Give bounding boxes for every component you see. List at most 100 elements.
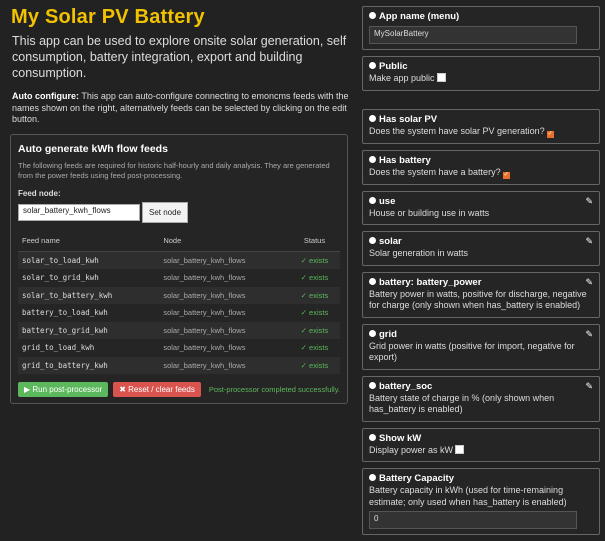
page-title: My Solar PV Battery [11,6,205,28]
feed-status: ✓ exists [288,304,340,322]
feed-node: solar_battery_kwh_flows [159,251,289,269]
config-desc: Does the system have a battery? [369,166,501,177]
config-desc: House or building use in watts [369,207,490,218]
feed-node: solar_battery_kwh_flows [159,286,289,304]
feed-name: grid_to_battery_kwh [18,356,160,374]
has-solar-checkbox[interactable]: ✓ [546,130,554,138]
config-title: grid [379,328,397,340]
config-desc: Battery capacity in kWh (used for time-r… [369,485,567,507]
show-kw-checkbox[interactable] [455,444,465,454]
action-buttons: ▶ Run post-processor ✖ Reset / clear fee… [18,382,340,397]
pencil-icon[interactable]: ✎ [585,196,593,207]
feed-node: solar_battery_kwh_flows [159,304,289,322]
config-desc: Does the system have solar PV generation… [369,125,545,136]
config-has-solar: Has solar PV Does the system have solar … [362,108,600,144]
feed-node: solar_battery_kwh_flows [159,339,289,357]
config-solar: solar ✎ Solar generation in watts [362,231,600,266]
config-title: use [379,195,396,207]
dot-icon [369,433,376,441]
config-has-battery: Has battery Does the system have a batte… [362,149,600,185]
dot-icon [369,237,376,244]
config-battery-capacity: Battery Capacity Battery capacity in kWh… [362,468,600,535]
col-node: Node [159,232,289,252]
feed-status: ✓ exists [288,339,340,357]
feed-name: solar_to_load_kwh [18,251,160,269]
config-desc: Make app public [369,73,435,83]
feed-name: battery_to_load_kwh [18,304,160,322]
panel-desc: The following feeds are required for his… [18,160,330,181]
check-icon: ✓ [547,130,553,137]
config-battery-power: battery: battery_power ✎ Battery power i… [362,271,600,318]
public-checkbox[interactable] [436,73,446,82]
config-grid: grid ✎ Grid power in watts (positive for… [362,323,600,370]
config-use: use ✎ House or building use in watts [362,190,600,225]
feed-node: solar_battery_kwh_flows [159,321,289,339]
config-title: Battery Capacity [379,473,454,484]
pencil-icon[interactable]: ✎ [585,329,593,340]
kwh-flow-panel: Auto generate kWh flow feeds The followi… [10,133,348,404]
dot-icon [369,62,376,69]
dot-icon [369,474,376,481]
feeds-table: Feed name Node Status solar_to_load_kwh … [18,232,340,374]
run-post-processor-button[interactable]: ▶ Run post-processor [18,382,109,397]
feed-node: solar_battery_kwh_flows [159,356,289,374]
feed-status: ✓ exists [288,251,340,269]
auto-configure-label: Auto configure: [12,91,79,101]
config-app-name: App name (menu) MySolarBattery [362,6,600,50]
table-row: grid_to_battery_kwh solar_battery_kwh_fl… [18,356,340,374]
has-battery-checkbox[interactable]: ✓ [502,171,510,179]
feed-status: ✓ exists [288,356,340,374]
config-title: Public [379,61,408,72]
config-title: battery: battery_power [379,276,482,288]
dot-icon [369,196,376,204]
feed-node: solar_battery_kwh_flows [159,269,289,287]
panel-title: Auto generate kWh flow feeds [18,142,168,155]
status-message: Post-processor completed successfully. [208,385,340,394]
config-desc: Battery power in watts, positive for dis… [369,288,587,311]
battery-capacity-input[interactable]: 0 [369,511,577,529]
col-status: Status [288,232,340,252]
feed-node-input[interactable]: solar_battery_kwh_flows [18,203,140,221]
dot-icon [369,277,376,285]
dot-icon [369,12,376,19]
dot-icon [369,329,376,337]
config-title: Has solar PV [379,113,438,125]
config-title: Has battery [379,154,431,166]
feed-name: battery_to_grid_kwh [18,321,160,339]
config-sidebar: App name (menu) MySolarBattery Public Ma… [362,6,600,541]
feed-status: ✓ exists [288,321,340,339]
config-title: solar [379,236,402,247]
auto-configure-text: Auto configure: This app can auto-config… [12,91,350,126]
table-row: solar_to_grid_kwh solar_battery_kwh_flow… [18,269,340,287]
config-show-kw: Show kW Display power as kW [362,427,600,462]
feed-name: solar_to_grid_kwh [18,269,160,287]
intro-text: This app can be used to explore onsite s… [12,34,347,80]
config-public: Public Make app public [362,56,600,91]
feed-name: grid_to_load_kwh [18,339,160,357]
pencil-icon[interactable]: ✎ [585,236,593,247]
table-row: battery_to_load_kwh solar_battery_kwh_fl… [18,304,340,322]
col-feed-name: Feed name [18,232,160,252]
dot-icon [369,381,376,389]
table-row: solar_to_battery_kwh solar_battery_kwh_f… [18,286,340,304]
feed-status: ✓ exists [288,286,340,304]
dot-icon [369,114,376,122]
table-row: battery_to_grid_kwh solar_battery_kwh_fl… [18,321,340,339]
reset-feeds-button[interactable]: ✖ Reset / clear feeds [113,382,201,397]
feed-node-row: solar_battery_kwh_flows Set node [18,201,340,223]
config-desc: Solar generation in watts [369,248,469,258]
config-desc: Grid power in watts (positive for import… [369,340,575,363]
config-desc: Display power as kW [369,444,454,455]
feed-name: solar_to_battery_kwh [18,286,160,304]
app-name-input[interactable]: MySolarBattery [369,26,577,44]
config-title: battery_soc [379,380,433,392]
dot-icon [369,155,376,163]
pencil-icon[interactable]: ✎ [585,277,593,288]
config-title: Show kW [379,432,422,444]
config-desc: Battery state of charge in % (only shown… [369,392,555,415]
check-icon: ✓ [503,171,509,178]
table-row: grid_to_load_kwh solar_battery_kwh_flows… [18,339,340,357]
set-node-button[interactable]: Set node [142,201,189,223]
config-battery-soc: battery_soc ✎ Battery state of charge in… [362,375,600,422]
pencil-icon[interactable]: ✎ [585,381,593,392]
